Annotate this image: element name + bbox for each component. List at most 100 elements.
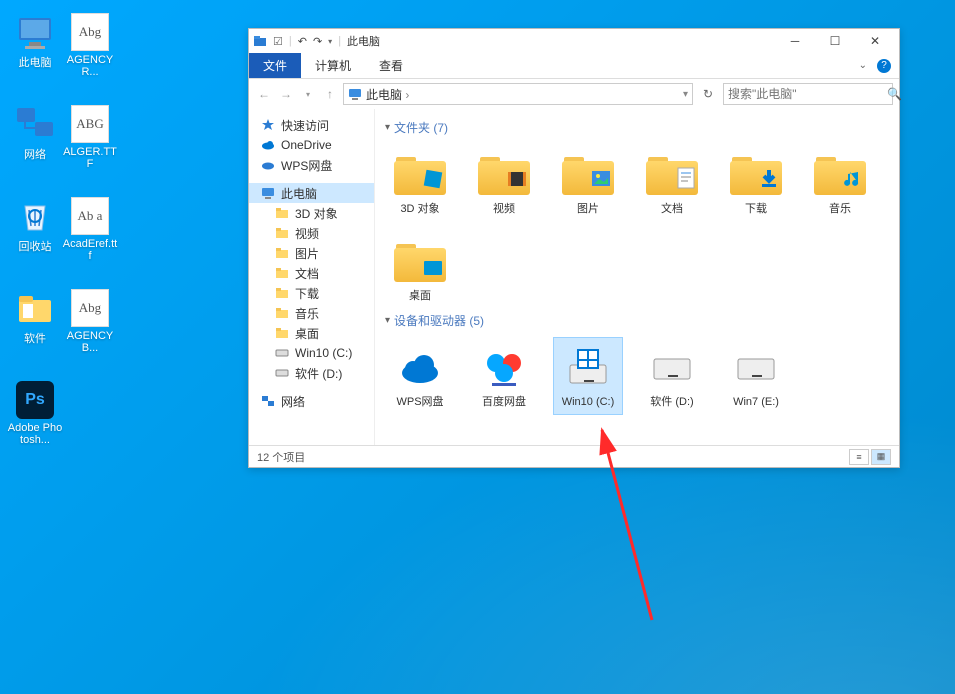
breadcrumb[interactable]: 此电脑 bbox=[366, 86, 409, 103]
drive-icon bbox=[644, 342, 700, 392]
item-下载[interactable]: 下载 bbox=[721, 144, 791, 221]
sidebar-item-下载[interactable]: 下载 bbox=[249, 283, 374, 303]
group-header[interactable]: 设备和驱动器 (5) bbox=[385, 312, 889, 329]
desktop-icon-此电脑[interactable]: 此电脑 bbox=[7, 12, 63, 70]
sidebar-item-图片[interactable]: 图片 bbox=[249, 243, 374, 263]
desktop-icon-AcadEref.ttf[interactable]: Ab aAcadEref.ttf bbox=[62, 196, 118, 262]
thispc-icon bbox=[261, 186, 275, 200]
item-图片[interactable]: 图片 bbox=[553, 144, 623, 221]
ps-icon: Ps bbox=[15, 380, 55, 420]
desktop-icon-网络[interactable]: 网络 bbox=[7, 104, 63, 162]
sidebar-item-Win10 (C:)[interactable]: Win10 (C:) bbox=[249, 343, 374, 363]
font-icon: ABG bbox=[70, 104, 110, 144]
qat-sep: | bbox=[289, 35, 292, 47]
qat-dropdown-icon[interactable]: ▾ bbox=[328, 37, 332, 46]
folder-icon bbox=[15, 288, 55, 328]
ribbon-tabs: 文件 计算机 查看 ⌄ ? bbox=[249, 53, 899, 79]
desktop-icon-Adobe Photosh...[interactable]: PsAdobe Photosh... bbox=[7, 380, 63, 446]
drive-icon bbox=[275, 346, 289, 360]
sidebar-item-网络[interactable]: 网络 bbox=[249, 391, 374, 411]
sidebar-item-软件 (D:)[interactable]: 软件 (D:) bbox=[249, 363, 374, 383]
qat-checkbox-icon[interactable]: ☑ bbox=[273, 35, 283, 48]
thispc-icon bbox=[348, 87, 362, 101]
minimize-button[interactable]: ─ bbox=[775, 29, 815, 53]
folder-video-icon bbox=[476, 149, 532, 199]
quick-access-toolbar: ☑ | ↶ ↷ ▾ | bbox=[253, 33, 341, 50]
wps-icon bbox=[261, 158, 275, 172]
content-pane: 文件夹 (7) 3D 对象视频图片文档下载音乐桌面设备和驱动器 (5) WPS网盘百… bbox=[375, 109, 899, 445]
desktop-icon-ALGER.TTF[interactable]: ABGALGER.TTF bbox=[62, 104, 118, 170]
item-桌面[interactable]: 桌面 bbox=[385, 231, 455, 308]
sidebar-item-音乐[interactable]: 音乐 bbox=[249, 303, 374, 323]
star-icon bbox=[261, 118, 275, 132]
folder-music-icon bbox=[812, 149, 868, 199]
sidebar-item-快速访问[interactable]: 快速访问 bbox=[249, 115, 374, 135]
tab-view[interactable]: 查看 bbox=[365, 53, 417, 78]
sidebar-item-文档[interactable]: 文档 bbox=[249, 263, 374, 283]
drive-c-icon bbox=[560, 342, 616, 392]
sidebar-item-3D 对象[interactable]: 3D 对象 bbox=[249, 203, 374, 223]
tiles-view-button[interactable]: ▦ bbox=[871, 449, 891, 465]
back-button[interactable]: ← bbox=[255, 85, 273, 103]
sidebar-item-此电脑[interactable]: 此电脑 bbox=[249, 183, 374, 203]
maximize-button[interactable]: ☐ bbox=[815, 29, 855, 53]
tab-computer[interactable]: 计算机 bbox=[301, 53, 365, 78]
undo-icon[interactable]: ↶ bbox=[298, 35, 307, 48]
folder-doc-icon bbox=[644, 149, 700, 199]
file-explorer-window: ☑ | ↶ ↷ ▾ | 此电脑 ─ ☐ ✕ 文件 计算机 查看 ⌄ ? ← → … bbox=[248, 28, 900, 468]
sidebar-item-OneDrive[interactable]: OneDrive bbox=[249, 135, 374, 155]
refresh-button[interactable]: ↻ bbox=[697, 87, 719, 101]
drive-icon bbox=[728, 342, 784, 392]
search-input[interactable] bbox=[728, 87, 883, 101]
item-文档[interactable]: 文档 bbox=[637, 144, 707, 221]
search-box[interactable]: 🔍 bbox=[723, 83, 893, 105]
path-dropdown-icon[interactable]: ▾ bbox=[683, 89, 688, 100]
sidebar-item-视频[interactable]: 视频 bbox=[249, 223, 374, 243]
item-软件 (D:)[interactable]: 软件 (D:) bbox=[637, 337, 707, 414]
item-WPS网盘[interactable]: WPS网盘 bbox=[385, 337, 455, 414]
item-3D 对象[interactable]: 3D 对象 bbox=[385, 144, 455, 221]
desktop-icon-AGENCYB...[interactable]: AbgAGENCYB... bbox=[62, 288, 118, 354]
tab-file[interactable]: 文件 bbox=[249, 53, 301, 78]
folder-3d-icon bbox=[392, 149, 448, 199]
network-icon bbox=[15, 104, 55, 144]
up-button[interactable]: ↑ bbox=[321, 85, 339, 103]
help-icon[interactable]: ? bbox=[877, 59, 891, 73]
desktop-icon-软件[interactable]: 软件 bbox=[7, 288, 63, 346]
item-Win7 (E:)[interactable]: Win7 (E:) bbox=[721, 337, 791, 414]
recycle-icon bbox=[15, 196, 55, 236]
font-icon: Abg bbox=[70, 12, 110, 52]
status-text: 12 个项目 bbox=[257, 449, 305, 465]
history-dropdown-icon[interactable]: ▾ bbox=[299, 85, 317, 103]
folder-desktop-icon bbox=[392, 236, 448, 286]
thispc-icon bbox=[15, 12, 55, 52]
item-Win10 (C:)[interactable]: Win10 (C:) bbox=[553, 337, 623, 414]
search-icon[interactable]: 🔍 bbox=[887, 87, 902, 101]
details-view-button[interactable]: ≡ bbox=[849, 449, 869, 465]
folder-pic-icon bbox=[560, 149, 616, 199]
folder-icon bbox=[275, 286, 289, 300]
addressbar: ← → ▾ ↑ 此电脑 ▾ ↻ 🔍 bbox=[249, 79, 899, 109]
sidebar-item-桌面[interactable]: 桌面 bbox=[249, 323, 374, 343]
group-header[interactable]: 文件夹 (7) bbox=[385, 119, 889, 136]
ribbon-chevron-icon[interactable]: ⌄ bbox=[859, 60, 867, 71]
desktop-icon-AGENCYR...[interactable]: AbgAGENCYR... bbox=[62, 12, 118, 78]
sidebar-item-WPS网盘[interactable]: WPS网盘 bbox=[249, 155, 374, 175]
desktop-icon-回收站[interactable]: 回收站 bbox=[7, 196, 63, 254]
qat-sep: | bbox=[338, 35, 341, 47]
folder-icon bbox=[275, 206, 289, 220]
redo-icon[interactable]: ↷ bbox=[313, 35, 322, 48]
font-icon: Ab a bbox=[70, 196, 110, 236]
titlebar: ☑ | ↶ ↷ ▾ | 此电脑 ─ ☐ ✕ bbox=[249, 29, 899, 53]
folder-icon bbox=[275, 246, 289, 260]
path-box[interactable]: 此电脑 ▾ bbox=[343, 83, 693, 105]
folder-icon bbox=[275, 226, 289, 240]
cloud-wps-icon bbox=[392, 342, 448, 392]
forward-button[interactable]: → bbox=[277, 85, 295, 103]
close-button[interactable]: ✕ bbox=[855, 29, 895, 53]
item-音乐[interactable]: 音乐 bbox=[805, 144, 875, 221]
item-视频[interactable]: 视频 bbox=[469, 144, 539, 221]
item-百度网盘[interactable]: 百度网盘 bbox=[469, 337, 539, 414]
cloud-baidu-icon bbox=[476, 342, 532, 392]
folder-icon bbox=[275, 306, 289, 320]
